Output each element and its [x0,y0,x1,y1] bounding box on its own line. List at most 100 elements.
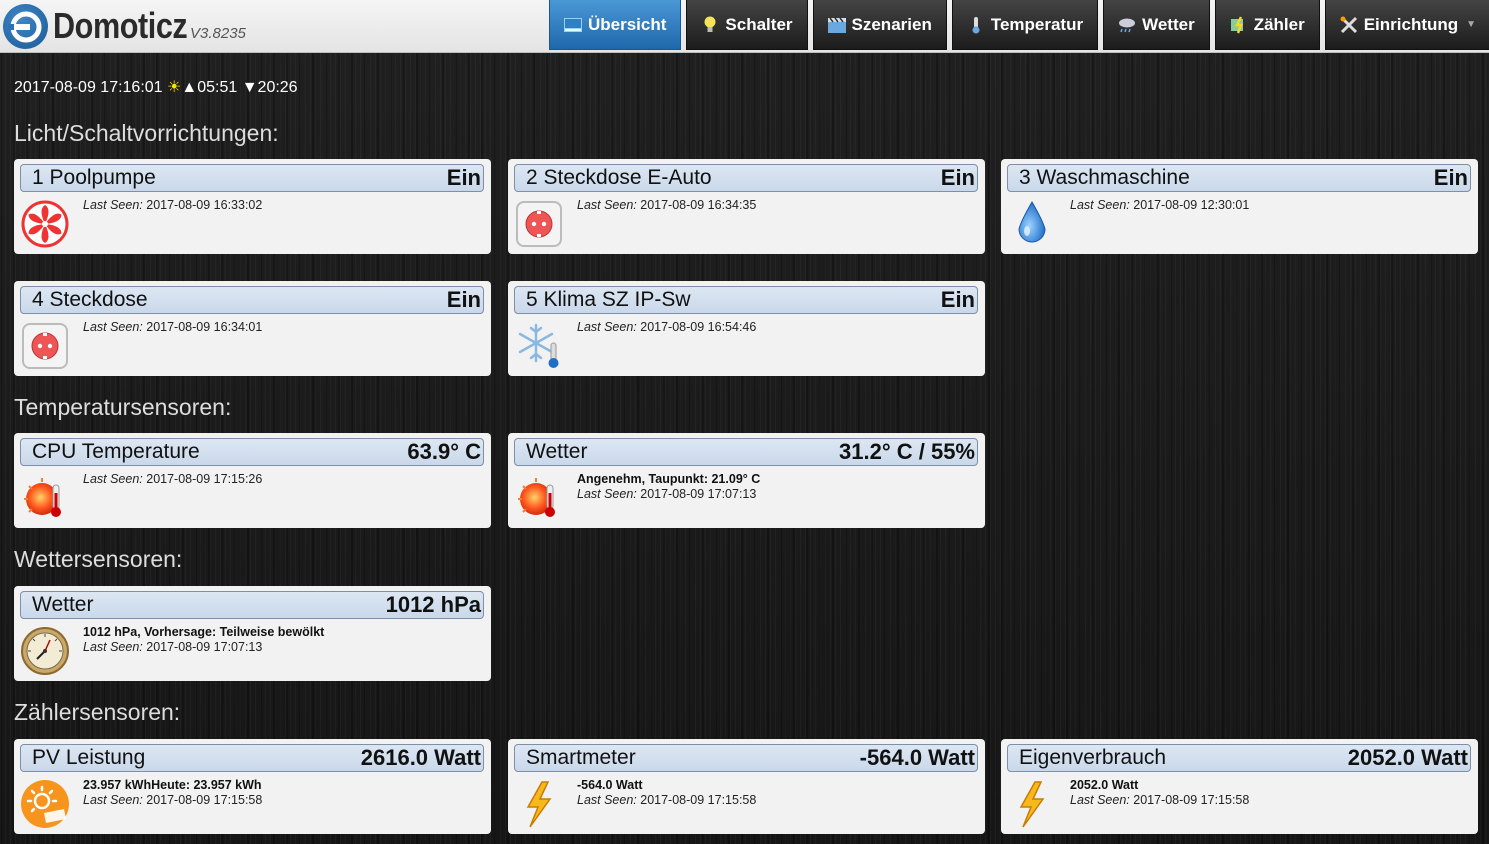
section-title-temperature: Temperatursensoren: [14,394,232,420]
lightning-icon[interactable] [1007,779,1057,829]
device-card-smartmeter[interactable]: Smartmeter -564.0 Watt -564.0 Watt Last … [508,739,985,834]
device-status: Ein [446,287,481,312]
card-header: 5 Klima SZ IP-Sw Ein [514,286,978,314]
device-card-waschmaschine[interactable]: 3 Waschmaschine Ein Last Seen: 2017-08-0… [1001,159,1478,254]
card-info: -564.0 Watt Last Seen: 2017-08-09 17:15:… [577,778,756,808]
fan-icon[interactable] [20,199,70,249]
nav-schalter[interactable]: Schalter [686,0,808,50]
last-seen-value: 2017-08-09 17:07:13 [640,487,757,501]
card-info: 2052.0 Watt Last Seen: 2017-08-09 17:15:… [1070,778,1249,808]
card-info: Last Seen: 2017-08-09 16:54:46 [577,320,756,335]
nav-temperatur[interactable]: Temperatur [951,0,1099,50]
device-card-poolpumpe[interactable]: 1 Poolpumpe Ein Last Seen: 2017-08-09 16… [14,159,491,254]
card-info: Last Seen: 2017-08-09 16:34:35 [577,198,756,213]
sunset-time: ▼20:26 [241,79,298,96]
device-name: Eigenverbrauch [1019,746,1167,769]
nav-label: Zähler [1253,14,1305,34]
last-seen-label: Last Seen: [83,472,143,486]
device-status: 2616.0 Watt [360,745,481,770]
clapperboard-icon [827,16,846,34]
hot-thermometer-icon[interactable] [514,473,564,523]
card-header: 4 Steckdose Ein [20,286,484,314]
app-name: Domoticz [53,5,188,46]
app-logo[interactable]: Domoticz [3,4,211,50]
device-status: 63.9° C [407,439,481,464]
last-seen-value: 2017-08-09 17:15:58 [1133,793,1250,807]
card-info: Last Seen: 2017-08-09 16:34:01 [83,320,262,335]
nav-label: Übersicht [588,14,667,34]
power-socket-icon[interactable] [20,321,70,371]
device-card-steckdose-e-auto[interactable]: 2 Steckdose E-Auto Ein Last Seen: 2017-0… [508,159,985,254]
date-time-bar: 2017-08-09 17:16:01 ☀▲05:51 ▼20:26 [14,77,298,97]
meter-icon [1230,15,1248,34]
nav-uebersicht[interactable]: Übersicht [549,0,682,50]
device-description: Angenehm, Taupunkt: 21.09° C [577,472,761,486]
tools-icon [1340,16,1358,34]
main-nav: Übersicht Schalter Szenarien Temperatur … [549,0,1489,52]
sunrise-time: ▲05:51 [181,79,238,96]
solar-icon[interactable] [20,779,70,829]
device-description: 1012 hPa, Vorhersage: Teilweise bewölkt [83,625,325,639]
device-status: 1012 hPa [385,592,481,617]
last-seen-value: 2017-08-09 17:15:58 [146,793,263,807]
nav-einrichtung[interactable]: Einrichtung ▼ [1324,0,1489,50]
nav-zaehler[interactable]: Zähler [1214,0,1320,50]
device-description: 2052.0 Watt [1070,778,1139,792]
device-status: Ein [940,287,975,312]
card-header: 2 Steckdose E-Auto Ein [514,164,978,192]
nav-label: Szenarien [851,14,932,34]
card-header: Eigenverbrauch 2052.0 Watt [1007,744,1471,772]
last-seen-label: Last Seen: [577,793,637,807]
cloud-rain-icon [1118,16,1136,34]
nav-szenarien[interactable]: Szenarien [812,0,947,50]
card-info: Last Seen: 2017-08-09 17:15:26 [83,472,262,487]
last-seen-label: Last Seen: [83,198,143,212]
barometer-icon[interactable] [20,626,70,676]
domoticz-logo-icon [3,4,48,49]
nav-label: Einrichtung [1363,14,1459,34]
device-card-steckdose[interactable]: 4 Steckdose Ein Last Seen: 2017-08-09 16… [14,281,491,376]
section-title-meters: Zählersensoren: [14,699,181,725]
power-socket-icon[interactable] [514,199,564,249]
last-seen-label: Last Seen: [1070,793,1130,807]
last-seen-label: Last Seen: [577,487,637,501]
device-card-pv-leistung[interactable]: PV Leistung 2616.0 Watt 23.957 kWhHeute:… [14,739,491,834]
device-card-klima[interactable]: 5 Klima SZ IP-Sw Ein Last Seen: 2017-08-… [508,281,985,376]
device-card-cpu-temperature[interactable]: CPU Temperature 63.9° C Last Seen: 2017-… [14,433,491,528]
last-seen-label: Last Seen: [83,320,143,334]
sun-icon: ☀ [167,79,182,96]
device-name: PV Leistung [32,746,146,769]
lightning-icon[interactable] [514,779,564,829]
device-card-wetter-barometer[interactable]: Wetter 1012 hPa 1012 hPa, Vorhersage: Te… [14,586,491,681]
device-name: CPU Temperature [32,440,200,463]
last-seen-label: Last Seen: [1070,198,1130,212]
device-status: Ein [1433,165,1468,190]
card-header: 3 Waschmaschine Ein [1007,164,1471,192]
snowflake-icon[interactable] [514,321,564,371]
device-card-wetter-temperature[interactable]: Wetter 31.2° C / 55% Angenehm, Taupunkt:… [508,433,985,528]
card-info: Last Seen: 2017-08-09 12:30:01 [1070,198,1249,213]
device-card-eigenverbrauch[interactable]: Eigenverbrauch 2052.0 Watt 2052.0 Watt L… [1001,739,1478,834]
nav-wetter[interactable]: Wetter [1103,0,1210,50]
card-header: 1 Poolpumpe Ein [20,164,484,192]
last-seen-value: 2017-08-09 16:34:01 [146,320,263,334]
device-status: Ein [940,165,975,190]
water-drop-icon[interactable] [1007,199,1057,249]
last-seen-value: 2017-08-09 16:34:35 [640,198,757,212]
last-seen-value: 2017-08-09 17:15:26 [146,472,263,486]
card-header: Smartmeter -564.0 Watt [514,744,978,772]
last-seen-label: Last Seen: [83,640,143,654]
last-seen-label: Last Seen: [577,198,637,212]
last-seen-value: 2017-08-09 17:15:58 [640,793,757,807]
device-name: 1 Poolpumpe [32,166,156,189]
card-header: Wetter 1012 hPa [20,591,484,619]
last-seen-label: Last Seen: [577,320,637,334]
last-seen-value: 2017-08-09 16:33:02 [146,198,263,212]
device-status: -564.0 Watt [859,745,975,770]
card-header: PV Leistung 2616.0 Watt [20,744,484,772]
device-name: Smartmeter [526,746,636,769]
hot-thermometer-icon[interactable] [20,473,70,523]
dashboard-icon [564,16,582,34]
section-title-weather: Wettersensoren: [14,546,183,572]
card-info: 23.957 kWhHeute: 23.957 kWh Last Seen: 2… [83,778,262,808]
